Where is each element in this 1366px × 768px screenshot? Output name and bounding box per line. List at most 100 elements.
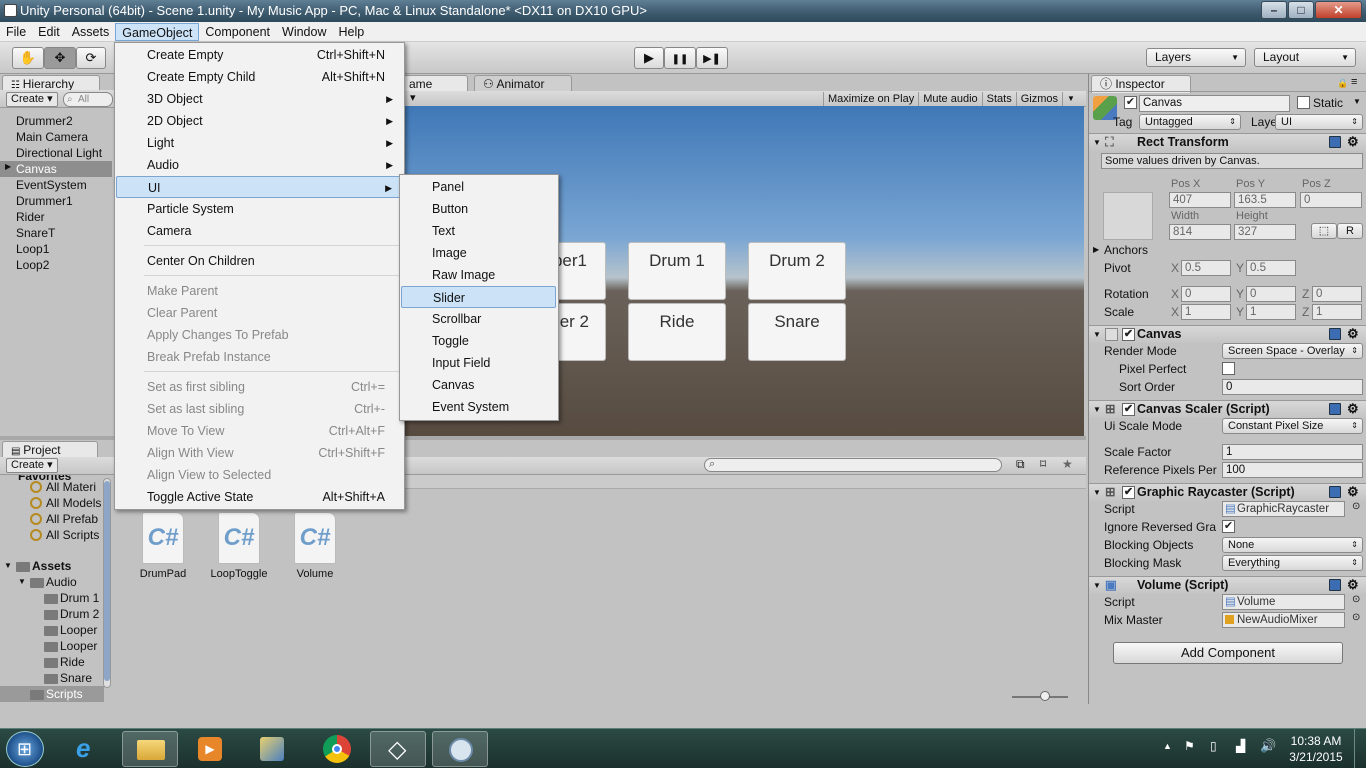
hierarchy-create-button[interactable]: Create ▾: [6, 92, 58, 107]
hierarchy-item-snaret[interactable]: SnareT: [16, 225, 55, 241]
menu-item-audio[interactable]: Audio ▶: [116, 154, 403, 176]
menu-item-3d-object[interactable]: 3D Object ▶: [116, 88, 403, 110]
ui-item-toggle[interactable]: Toggle: [401, 330, 556, 352]
help-book-icon[interactable]: [1329, 486, 1341, 498]
file-looptoggle[interactable]: LoopToggle: [204, 568, 274, 580]
maximize-button[interactable]: □: [1288, 1, 1314, 19]
anchor-presets-button[interactable]: [1103, 192, 1153, 240]
raw-edit-button[interactable]: R: [1337, 223, 1363, 239]
static-checkbox[interactable]: [1297, 96, 1310, 109]
pivot-x-field[interactable]: 0.5: [1181, 260, 1231, 276]
object-name-field[interactable]: Canvas: [1139, 95, 1290, 112]
panel-menu-icon[interactable]: ≡: [1351, 76, 1357, 88]
collapse-arrow-icon[interactable]: ▼: [1093, 484, 1101, 501]
expand-arrow-icon[interactable]: ▼: [4, 561, 12, 570]
menu-item-camera[interactable]: Camera: [116, 220, 403, 242]
pos-z-field[interactable]: 0: [1300, 192, 1362, 208]
pixel-perfect-checkbox[interactable]: [1222, 362, 1235, 375]
layers-dropdown[interactable]: Layers ▼: [1146, 48, 1246, 67]
taskbar-unity[interactable]: ◇: [370, 731, 426, 767]
file-volume[interactable]: Volume: [280, 568, 350, 580]
active-checkbox[interactable]: ✔: [1124, 96, 1137, 109]
folder-drum2[interactable]: Drum 2: [60, 607, 99, 621]
rotate-tool-button[interactable]: ⟳: [76, 47, 106, 69]
hierarchy-item-drummer2[interactable]: Drummer2: [16, 113, 73, 129]
folder-looper1[interactable]: Looper: [60, 623, 97, 637]
help-book-icon[interactable]: [1329, 136, 1341, 148]
step-button[interactable]: ▶❚: [696, 47, 728, 69]
game-button-drum2[interactable]: Drum 2: [748, 242, 846, 300]
hierarchy-item-directional-light[interactable]: Directional Light: [16, 145, 102, 161]
scale-x-field[interactable]: 1: [1181, 304, 1231, 320]
favorite-all-models[interactable]: All Models: [46, 496, 101, 510]
folder-looper2[interactable]: Looper: [60, 639, 97, 653]
blocking-mask-dropdown[interactable]: Everything ⇕: [1222, 555, 1363, 571]
rotation-x-field[interactable]: 0: [1181, 286, 1231, 302]
sort-order-field[interactable]: 0: [1222, 379, 1363, 395]
ui-item-slider[interactable]: Slider: [401, 286, 556, 308]
canvas-scaler-header[interactable]: ▼ ⊞ ✔ Canvas Scaler (Script) ⚙: [1089, 400, 1366, 418]
hierarchy-item-main-camera[interactable]: Main Camera: [16, 129, 88, 145]
game-button-snare[interactable]: Snare: [748, 303, 846, 361]
mix-master-field[interactable]: NewAudioMixer: [1222, 612, 1345, 628]
aspect-dropdown[interactable]: ▾: [406, 92, 434, 107]
folder-scripts[interactable]: Scripts: [46, 687, 83, 701]
volume-script-field[interactable]: ▤ Volume: [1222, 594, 1345, 610]
expand-arrow-icon[interactable]: ▶: [5, 162, 11, 171]
chevron-down-icon[interactable]: ▼: [1353, 97, 1361, 106]
gear-icon[interactable]: ⚙: [1347, 400, 1359, 417]
project-create-button[interactable]: Create ▾: [6, 458, 58, 473]
canvas-scaler-enabled-checkbox[interactable]: ✔: [1122, 403, 1135, 416]
ui-item-event-system[interactable]: Event System: [401, 396, 556, 418]
height-field[interactable]: 327: [1234, 224, 1296, 240]
hierarchy-item-drummer1[interactable]: Drummer1: [16, 193, 73, 209]
menu-item-create-empty[interactable]: Create Empty Ctrl+Shift+N: [116, 44, 403, 66]
menu-item-light[interactable]: Light ▶: [116, 132, 403, 154]
ui-scale-mode-dropdown[interactable]: Constant Pixel Size ⇕: [1222, 418, 1363, 434]
menu-item-set-first-sibling[interactable]: Set as first sibling Ctrl+=: [116, 376, 403, 398]
ui-item-input-field[interactable]: Input Field: [401, 352, 556, 374]
volume-script-header[interactable]: ▼ ▣ Volume (Script) ⚙: [1089, 576, 1366, 594]
menu-gameobject[interactable]: GameObject: [115, 22, 200, 41]
rect-transform-header[interactable]: ▼ ⛶ Rect Transform ⚙: [1089, 133, 1366, 151]
gizmos-dropdown[interactable]: Gizmos: [1015, 92, 1062, 107]
lock-icon[interactable]: 🔒: [1337, 78, 1348, 89]
ui-item-text[interactable]: Text: [401, 220, 556, 242]
rotation-y-field[interactable]: 0: [1246, 286, 1296, 302]
pos-x-field[interactable]: 407: [1169, 192, 1231, 208]
taskbar-chrome[interactable]: [308, 731, 364, 767]
play-button[interactable]: ▶: [634, 47, 664, 69]
collapse-arrow-icon[interactable]: ▼: [1093, 401, 1101, 418]
hierarchy-item-canvas[interactable]: Canvas: [16, 161, 57, 177]
menu-item-center-on-children[interactable]: Center On Children: [116, 250, 403, 272]
ui-item-scrollbar[interactable]: Scrollbar: [401, 308, 556, 330]
collapse-arrow-icon[interactable]: ▼: [1093, 577, 1101, 594]
add-component-button[interactable]: Add Component: [1113, 642, 1343, 664]
graphic-raycaster-enabled-checkbox[interactable]: ✔: [1122, 486, 1135, 499]
ui-item-image[interactable]: Image: [401, 242, 556, 264]
hand-tool-button[interactable]: ✋: [12, 47, 44, 69]
network-icon[interactable]: ▟: [1236, 739, 1245, 753]
csharp-script-icon[interactable]: C#: [218, 512, 260, 564]
favorite-all-scripts[interactable]: All Scripts: [46, 528, 99, 542]
close-button[interactable]: ✕: [1315, 1, 1362, 19]
raycaster-script-field[interactable]: ▤ GraphicRaycaster: [1222, 501, 1345, 517]
scale-y-field[interactable]: 1: [1246, 304, 1296, 320]
menu-file[interactable]: File: [0, 23, 32, 41]
folder-snare[interactable]: Snare: [60, 671, 92, 685]
hierarchy-item-loop2[interactable]: Loop2: [16, 257, 49, 273]
ui-item-panel[interactable]: Panel: [401, 176, 556, 198]
reference-pixels-field[interactable]: 100: [1222, 462, 1363, 478]
menu-help[interactable]: Help: [332, 23, 370, 41]
pos-y-field[interactable]: 163.5: [1234, 192, 1296, 208]
move-tool-button[interactable]: ✥: [44, 47, 76, 69]
favorite-star-icon[interactable]: ★: [1062, 457, 1073, 471]
show-desktop-button[interactable]: [1354, 729, 1366, 768]
object-picker-icon[interactable]: ⊙: [1352, 501, 1360, 512]
taskbar-explorer[interactable]: [122, 731, 178, 767]
device-icon[interactable]: ▯: [1210, 739, 1217, 753]
expand-arrow-icon[interactable]: ▼: [18, 577, 26, 586]
canvas-enabled-checkbox[interactable]: ✔: [1122, 328, 1135, 341]
width-field[interactable]: 814: [1169, 224, 1231, 240]
taskbar-remote[interactable]: [432, 731, 488, 767]
